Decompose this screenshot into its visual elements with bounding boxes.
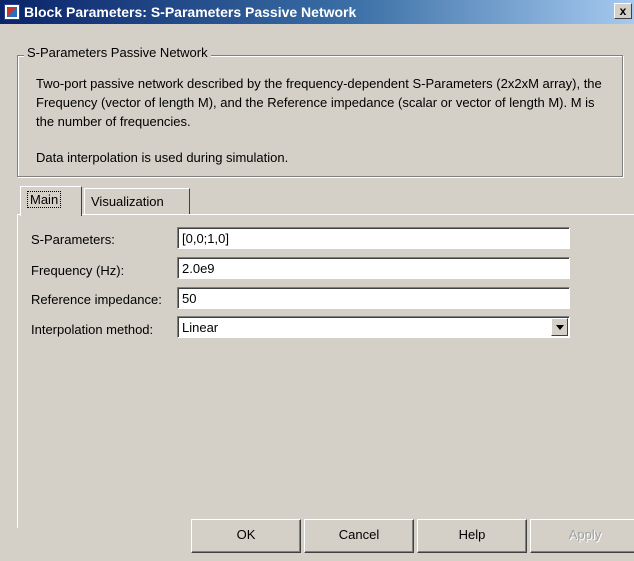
tab-main[interactable]: Main [20,186,82,216]
help-button[interactable]: Help [417,519,527,553]
close-icon[interactable]: x [614,3,632,19]
cancel-button[interactable]: Cancel [304,519,414,553]
interpolation-label: Interpolation method: [31,322,154,337]
interpolation-value: Linear [182,320,219,335]
tab-visualization-label: Visualization [91,194,164,209]
sparams-label: S-Parameters: [31,232,115,247]
block-description: Two-port passive network described by th… [36,76,602,129]
tab-main-label: Main [27,191,62,208]
window-title: Block Parameters: S-Parameters Passive N… [24,4,357,20]
simulink-block-icon [4,4,20,20]
frequency-field[interactable]: 2.0e9 [177,257,570,279]
apply-button[interactable]: Apply [530,519,634,553]
ok-button[interactable]: OK [191,519,301,553]
interpolation-note: Data interpolation is used during simula… [36,150,289,165]
chevron-down-icon[interactable] [551,318,568,336]
group-legend: S-Parameters Passive Network [24,45,211,60]
interpolation-select[interactable]: Linear [177,316,570,338]
frequency-label: Frequency (Hz): [31,263,125,278]
sparams-field[interactable]: [0,0;1,0] [177,227,570,249]
impedance-label: Reference impedance: [31,292,162,307]
title-bar[interactable]: Block Parameters: S-Parameters Passive N… [0,0,634,24]
tab-visualization[interactable]: Visualization [84,188,190,214]
impedance-field[interactable]: 50 [177,287,570,309]
